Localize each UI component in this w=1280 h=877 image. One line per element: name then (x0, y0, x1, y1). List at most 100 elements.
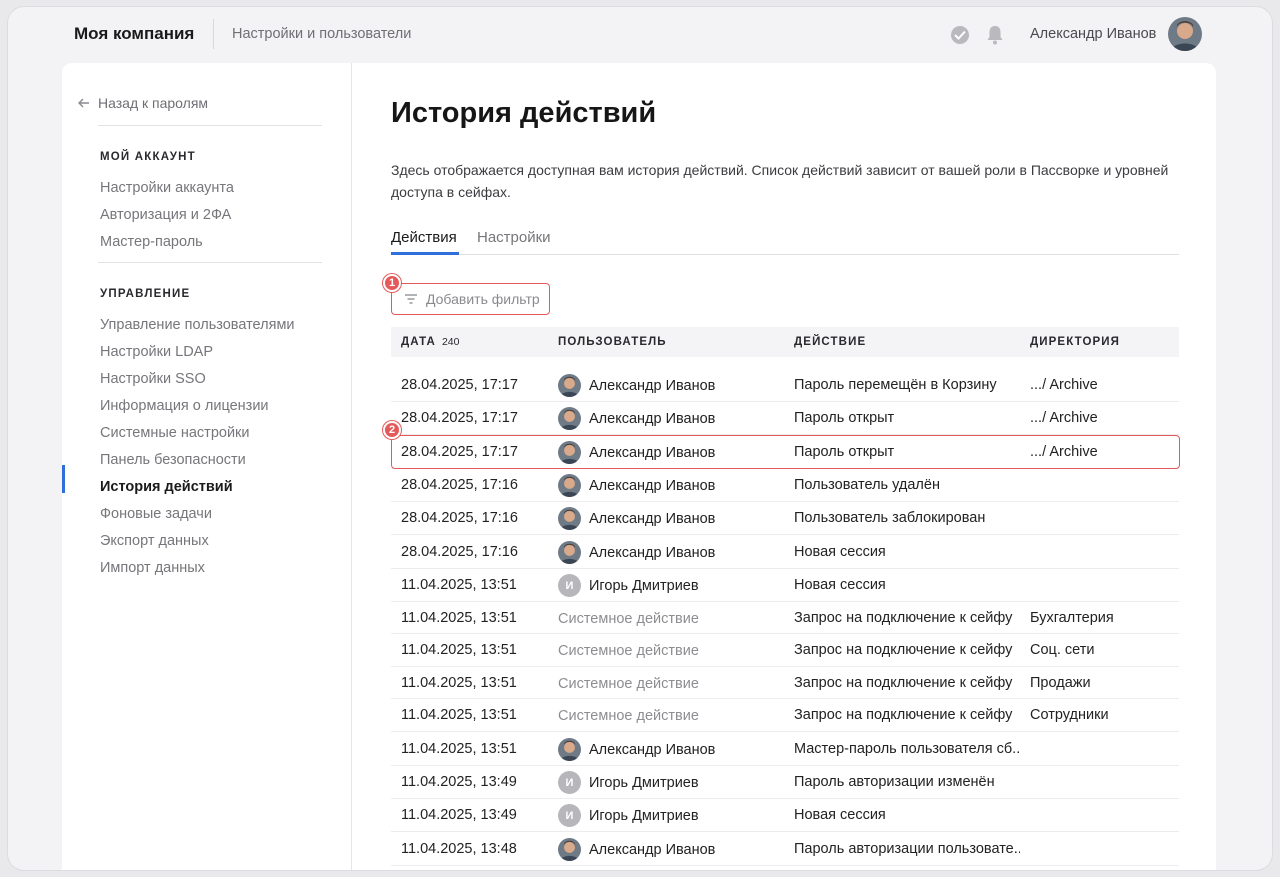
cell-user: Системное действие (558, 704, 699, 727)
sidebar-item-master-password[interactable]: Мастер-пароль (100, 234, 203, 250)
cell-date: 11.04.2025, 13:48 (401, 841, 517, 857)
column-date-label: ДАТА (401, 336, 436, 348)
row-highlight (391, 435, 1180, 469)
cell-date: 28.04.2025, 17:16 (401, 510, 518, 526)
cell-date: 28.04.2025, 17:16 (401, 544, 518, 560)
back-link-label: Назад к паролям (98, 95, 209, 111)
cell-directory[interactable]: Сотрудники (1030, 707, 1109, 723)
sidebar-item-history[interactable]: История действий (100, 479, 233, 495)
cell-user: Александр Иванов (558, 407, 715, 430)
cell-user: Системное действие (558, 607, 699, 630)
user-name: Игорь Дмитриев (589, 807, 699, 824)
table-row[interactable]: 28.04.2025, 17:16 Александр Иванов Пользов… (391, 502, 1179, 535)
cell-date: 11.04.2025, 13:51 (401, 610, 517, 626)
sidebar: Назад к паролям МОЙ АККАУНТ Настройки ак… (62, 63, 352, 870)
header-user-name[interactable]: Александр Иванов (1030, 26, 1156, 42)
cell-user: Александр Иванов (558, 738, 715, 761)
cell-directory[interactable]: Бухгалтерия (1030, 610, 1114, 626)
user-name: Александр Иванов (589, 741, 716, 758)
arrow-left-icon (78, 98, 89, 108)
sidebar-item-export[interactable]: Экспорт данных (100, 533, 209, 549)
avatar (558, 838, 581, 861)
table-row[interactable]: 11.04.2025, 13:51 И Игорь Дмитриев Новая се… (391, 569, 1179, 602)
avatar: И (558, 771, 581, 794)
tab-actions[interactable]: Действия (391, 229, 457, 246)
table-row[interactable]: 11.04.2025, 13:51 Системное действие Запро… (391, 667, 1179, 699)
bell-icon[interactable] (986, 25, 1004, 45)
cell-action: Пользователь заблокирован (794, 510, 986, 526)
user-name: Александр Иванов (589, 544, 716, 561)
table-row[interactable]: 28.04.2025, 17:17 Александр Иванов Пароль … (391, 369, 1179, 402)
column-user[interactable]: ПОЛЬЗОВАТЕЛЬ (558, 336, 667, 348)
cell-action: Новая сессия (794, 577, 886, 593)
cell-user: Александр Иванов (558, 838, 715, 861)
cell-directory[interactable]: Продажи (1030, 675, 1091, 691)
column-date[interactable]: ДАТА 240 (401, 336, 459, 348)
user-name: Александр Иванов (589, 477, 716, 494)
table-row[interactable]: 11.04.2025, 13:51 Александр Иванов Мастер-… (391, 732, 1179, 766)
table-row[interactable]: 28.04.2025, 17:16 Александр Иванов Пользов… (391, 469, 1179, 502)
cell-user: Александр Иванов (558, 507, 715, 530)
cell-user: Александр Иванов (558, 374, 715, 397)
cell-action: Пользователь удалён (794, 477, 940, 493)
avatar[interactable] (1168, 17, 1202, 51)
avatar (558, 738, 581, 761)
sidebar-item-background-tasks[interactable]: Фоновые задачи (100, 506, 212, 522)
cell-date: 28.04.2025, 17:16 (401, 477, 518, 493)
cell-user: Системное действие (558, 672, 699, 695)
breadcrumb[interactable]: Настройки и пользователи (232, 26, 411, 42)
section-title-management: УПРАВЛЕНИЕ (100, 288, 191, 300)
cell-directory[interactable]: .../ Archive (1030, 410, 1098, 426)
table-row[interactable]: 28.04.2025, 17:17 Александр Иванов Пароль … (391, 402, 1179, 435)
company-name[interactable]: Моя компания (74, 24, 194, 44)
content-card: Назад к паролям МОЙ АККАУНТ Настройки ак… (62, 63, 1216, 870)
column-action[interactable]: ДЕЙСТВИЕ (794, 336, 866, 348)
sidebar-item-sso[interactable]: Настройки SSO (100, 371, 206, 387)
user-name: Игорь Дмитриев (589, 774, 699, 791)
tab-settings[interactable]: Настройки (477, 229, 551, 246)
cell-action: Запрос на подключение к сейфу (794, 642, 1013, 658)
sidebar-item-user-management[interactable]: Управление пользователями (100, 317, 295, 333)
check-circle-icon[interactable] (951, 26, 969, 44)
sidebar-item-account-settings[interactable]: Настройки аккаунта (100, 180, 234, 196)
table-row[interactable]: 11.04.2025, 13:49 И Игорь Дмитриев Пароль а… (391, 766, 1179, 799)
cell-date: 28.04.2025, 17:17 (401, 377, 518, 393)
cell-user: Александр Иванов (558, 474, 715, 497)
cell-action: Новая сессия (794, 807, 886, 823)
cell-directory[interactable]: Соц. сети (1030, 642, 1094, 658)
cell-directory[interactable]: .../ Archive (1030, 377, 1098, 393)
cell-date: 11.04.2025, 13:51 (401, 642, 517, 658)
table-row[interactable]: 28.04.2025, 17:16 Александр Иванов Новая с… (391, 535, 1179, 569)
table-row[interactable]: 11.04.2025, 13:48 Александр Иванов Пароль … (391, 832, 1179, 866)
cell-action: Запрос на подключение к сейфу (794, 675, 1013, 691)
cell-action: Пароль авторизации изменён (794, 774, 995, 790)
page-description: Здесь отображается доступная вам история… (391, 162, 1169, 200)
avatar: И (558, 804, 581, 827)
table-header: ДАТА 240 ПОЛЬЗОВАТЕЛЬ ДЕЙСТВИЕ ДИРЕКТОРИЯ (391, 327, 1179, 357)
add-filter-button[interactable]: Добавить фильтр (391, 283, 550, 315)
column-directory[interactable]: ДИРЕКТОРИЯ (1030, 336, 1120, 348)
table-row[interactable]: 11.04.2025, 13:49 И Игорь Дмитриев Новая се… (391, 799, 1179, 832)
user-name: Александр Иванов (589, 841, 716, 858)
avatar: И (558, 574, 581, 597)
sidebar-item-license[interactable]: Информация о лицензии (100, 398, 269, 414)
cell-user: И Игорь Дмитриев (558, 804, 699, 827)
tab-active-underline (391, 252, 459, 255)
filter-icon (405, 294, 417, 304)
app-window: Моя компания Настройки и пользователи Ал… (8, 7, 1272, 870)
cell-date: 28.04.2025, 17:17 (401, 410, 518, 426)
user-name: Игорь Дмитриев (589, 577, 699, 594)
table-row[interactable]: 11.04.2025, 13:51 Системное действие Запро… (391, 602, 1179, 634)
sidebar-item-import[interactable]: Импорт данных (100, 560, 205, 576)
table-row[interactable]: 11.04.2025, 13:51 Системное действие Запро… (391, 699, 1179, 732)
sidebar-item-security-panel[interactable]: Панель безопасности (100, 452, 246, 468)
sidebar-item-system-settings[interactable]: Системные настройки (100, 425, 250, 441)
cell-action: Пароль авторизации пользовате... (794, 841, 1020, 857)
user-name: Александр Иванов (589, 410, 716, 427)
cell-action: Запрос на подключение к сейфу (794, 707, 1013, 723)
cell-user: И Игорь Дмитриев (558, 574, 699, 597)
sidebar-item-ldap[interactable]: Настройки LDAP (100, 344, 213, 360)
back-link[interactable]: Назад к паролям (78, 95, 208, 111)
sidebar-item-auth-2fa[interactable]: Авторизация и 2ФА (100, 207, 231, 223)
table-row[interactable]: 11.04.2025, 13:51 Системное действие Запро… (391, 634, 1179, 667)
